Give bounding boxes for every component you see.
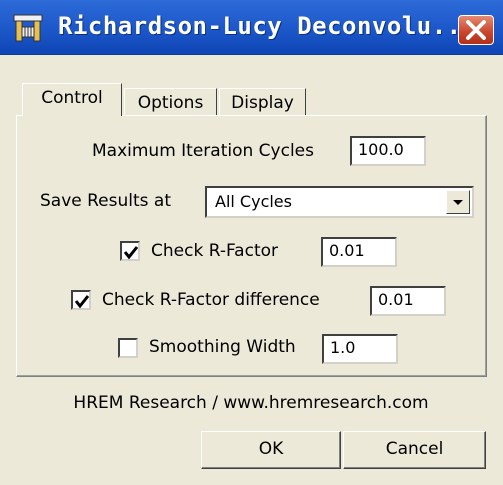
tab-label: Options (137, 93, 204, 113)
check-rfactor-input[interactable]: 0.01 (321, 237, 397, 267)
check-rfactor-difference-label: Check R-Factor difference (102, 290, 320, 310)
save-results-label: Save Results at (40, 191, 172, 211)
tab-display[interactable]: Display (219, 88, 306, 116)
ok-button[interactable]: OK (201, 431, 341, 469)
save-results-select[interactable]: All Cycles (205, 186, 474, 218)
close-button[interactable] (458, 15, 494, 45)
check-rfactor-difference-input[interactable]: 0.01 (370, 286, 446, 316)
credit-text: HREM Research / www.hremresearch.com (73, 393, 429, 413)
chevron-down-icon[interactable] (446, 190, 470, 214)
window-title: Richardson-Lucy Deconvolu... (58, 12, 477, 40)
smoothing-width-checkbox[interactable] (118, 338, 138, 358)
tab-label: Control (41, 88, 103, 108)
title-bar[interactable]: Richardson-Lucy Deconvolu... (0, 0, 503, 55)
deconvolution-app-icon (12, 13, 44, 43)
smoothing-width-label: Smoothing Width (149, 337, 296, 357)
max-iterations-input[interactable]: 100.0 (350, 136, 426, 166)
tab-options[interactable]: Options (124, 88, 217, 116)
check-rfactor-label: Check R-Factor (151, 241, 278, 261)
tab-control[interactable]: Control (22, 83, 122, 116)
check-rfactor-checkbox[interactable] (120, 241, 140, 261)
tab-label: Display (231, 93, 294, 113)
check-rfactor-difference-checkbox[interactable] (71, 290, 91, 310)
cancel-button[interactable]: Cancel (343, 431, 486, 469)
max-iterations-label: Maximum Iteration Cycles (92, 141, 314, 161)
save-results-value: All Cycles (215, 192, 292, 211)
smoothing-width-input[interactable]: 1.0 (322, 334, 398, 364)
